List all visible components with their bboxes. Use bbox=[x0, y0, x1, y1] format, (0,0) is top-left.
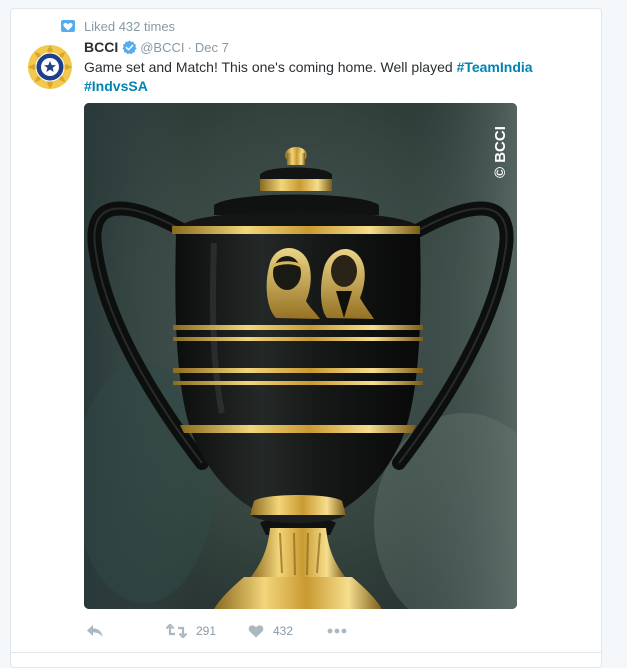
retweet-count: 291 bbox=[196, 624, 217, 638]
tweet-card[interactable]: Liked 432 times BCCI @BCCI · Dec 7 Game … bbox=[10, 8, 602, 668]
tweet-context: Liked 432 times bbox=[61, 18, 175, 34]
verified-badge-icon bbox=[122, 39, 137, 54]
tweet-text-body: Game set and Match! This one's coming ho… bbox=[84, 59, 457, 75]
trophy-photo: © BCCI bbox=[84, 103, 517, 609]
reply-icon bbox=[87, 625, 103, 637]
retweet-button[interactable]: 291 bbox=[166, 624, 248, 638]
hashtag-indvssa[interactable]: #IndvsSA bbox=[84, 78, 148, 94]
retweet-icon bbox=[166, 624, 187, 638]
bcci-logo bbox=[25, 42, 75, 92]
tweet-actions: 291 432 bbox=[86, 621, 357, 641]
more-button[interactable] bbox=[327, 628, 357, 634]
tweet-photo[interactable]: © BCCI bbox=[84, 103, 517, 609]
tweet-header: BCCI @BCCI · Dec 7 bbox=[84, 39, 229, 55]
tweet-text: Game set and Match! This one's coming ho… bbox=[84, 58, 584, 96]
heart-icon bbox=[248, 625, 264, 638]
heart-badge-icon bbox=[61, 20, 75, 32]
like-count: 432 bbox=[273, 624, 294, 638]
like-button[interactable]: 432 bbox=[248, 624, 327, 638]
hashtag-teamindia[interactable]: #TeamIndia bbox=[457, 59, 533, 75]
tweet-timestamp[interactable]: Dec 7 bbox=[195, 40, 229, 55]
author-handle[interactable]: @BCCI bbox=[140, 40, 184, 55]
photo-watermark: © BCCI bbox=[492, 126, 509, 178]
separator: · bbox=[187, 39, 192, 55]
context-text: Liked 432 times bbox=[84, 18, 176, 34]
more-icon bbox=[327, 628, 347, 634]
avatar[interactable] bbox=[25, 42, 75, 92]
reply-button[interactable] bbox=[86, 624, 146, 638]
divider bbox=[11, 652, 601, 653]
author-name[interactable]: BCCI bbox=[84, 39, 118, 55]
